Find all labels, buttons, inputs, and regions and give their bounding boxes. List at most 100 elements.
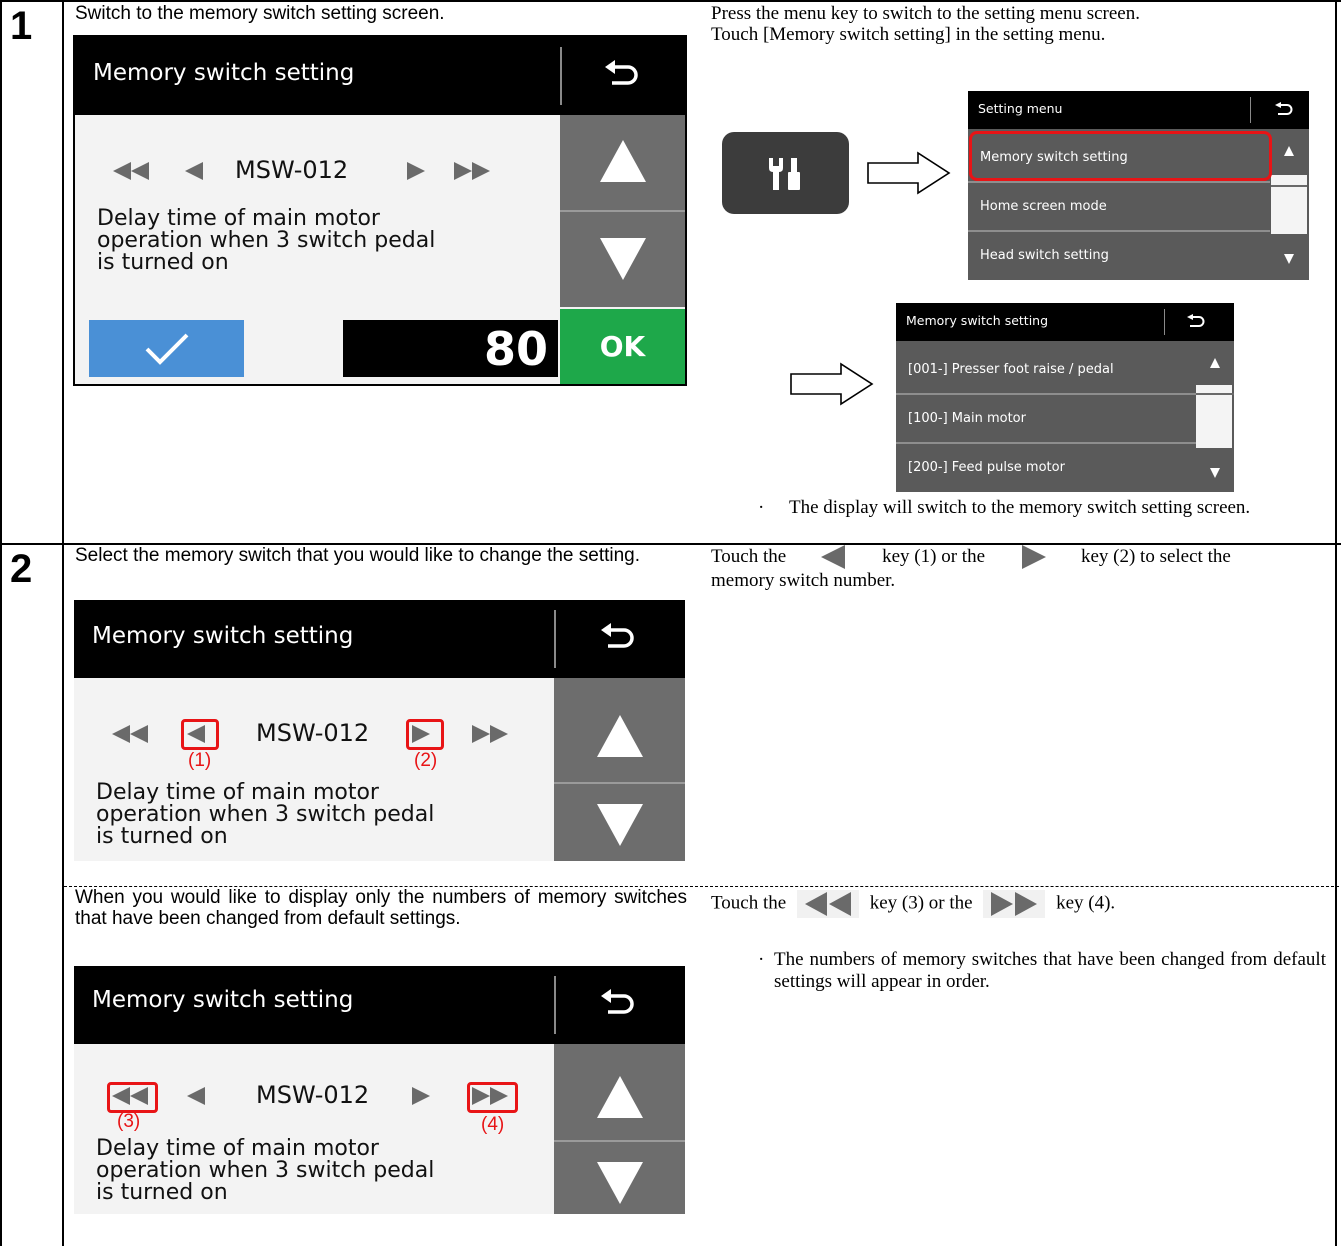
header-separator xyxy=(1250,97,1251,123)
scroll-down-button[interactable] xyxy=(554,784,685,861)
back-arrow-icon[interactable] xyxy=(598,620,638,660)
backward-icon xyxy=(821,545,846,569)
fast-forward-icon[interactable] xyxy=(472,725,510,743)
screen-title: Memory switch setting xyxy=(92,623,354,649)
scroll-up-button[interactable] xyxy=(560,115,685,210)
back-arrow-icon[interactable] xyxy=(1186,314,1206,330)
step1-heading: Switch to the memory switch setting scre… xyxy=(75,3,445,24)
step1-note: The display will switch to the memory sw… xyxy=(789,497,1251,518)
scroll-up-button[interactable] xyxy=(1271,129,1307,175)
scroll-up-button[interactable] xyxy=(1196,341,1234,385)
scroll-up-button[interactable] xyxy=(554,1052,685,1140)
scroll-down-button[interactable] xyxy=(560,212,685,307)
value-display[interactable]: 80 xyxy=(343,320,558,377)
memory-switch-screen-changed: Memory switch setting MSW-012 Delay time… xyxy=(74,966,685,1214)
fast-backward-icon[interactable] xyxy=(113,162,151,180)
header-separator xyxy=(1164,309,1165,335)
scroll-up-button[interactable] xyxy=(554,690,685,780)
highlight-key-2 xyxy=(406,719,444,750)
step2-sub-heading: When you would like to display only the … xyxy=(75,887,687,929)
highlight-memory-switch-setting xyxy=(969,131,1272,181)
scroll-up-icon xyxy=(597,1076,643,1118)
screen-header: Memory switch setting xyxy=(75,37,685,115)
hollow-right-arrow-icon xyxy=(790,362,874,406)
step1-instruction-line1: Press the menu key to switch to the sett… xyxy=(711,3,1140,24)
scroll-up-icon xyxy=(1210,358,1220,368)
step1-instruction-line2: Touch [Memory switch setting] in the set… xyxy=(711,24,1106,45)
scroll-thumb-line xyxy=(1196,393,1234,395)
instr-key-1: key (1) or the xyxy=(882,546,986,567)
msw-description: Delay time of main motor operation when … xyxy=(96,1138,434,1204)
label-3: (3) xyxy=(117,1111,141,1132)
highlight-key-1 xyxy=(181,719,219,750)
value-text: 80 xyxy=(483,322,548,376)
msw-number: MSW-012 xyxy=(256,719,370,747)
menu-item-home-screen-mode[interactable]: Home screen mode xyxy=(968,183,1270,230)
label-2: (2) xyxy=(414,750,438,771)
ok-button[interactable]: OK xyxy=(560,309,685,384)
setting-menu-title: Setting menu xyxy=(978,101,1063,116)
scroll-down-icon xyxy=(1284,254,1294,264)
header-separator xyxy=(554,976,556,1034)
forward-icon[interactable] xyxy=(407,162,425,180)
scroll-thumb-line xyxy=(1271,185,1307,187)
description-line-1: Delay time of main motor xyxy=(96,780,379,805)
scroll-panel xyxy=(554,1044,685,1214)
step2-instruction: Touch the key (1) or the key (2) to sele… xyxy=(711,545,1331,569)
fast-backward-icon[interactable] xyxy=(112,725,150,743)
msw-number: MSW-012 xyxy=(256,1081,370,1109)
back-arrow-icon[interactable] xyxy=(1274,102,1294,118)
description-line-3: is turned on xyxy=(96,1180,228,1205)
description-line-3: is turned on xyxy=(96,824,228,849)
instr-key-2-b: memory switch number. xyxy=(711,570,896,591)
scroll-down-icon xyxy=(600,238,646,280)
screen-header: Memory switch setting xyxy=(74,600,685,678)
memory-switch-screen-select: Memory switch setting MSW-012 Delay time… xyxy=(74,600,685,861)
forward-icon xyxy=(1021,545,1046,569)
step-number-1: 1 xyxy=(10,4,33,48)
instr-touch-the: Touch the xyxy=(711,546,787,567)
scroll-down-button[interactable] xyxy=(1196,448,1234,492)
scroll-down-icon xyxy=(597,804,643,846)
msw-number: MSW-012 xyxy=(235,156,349,184)
setting-menu-header: Setting menu xyxy=(968,91,1309,129)
sub-key-3: key (3) or the xyxy=(869,892,973,914)
fast-forward-icon[interactable] xyxy=(454,162,492,180)
menu-item-head-switch-setting[interactable]: Head switch setting xyxy=(968,232,1270,279)
screen-body: MSW-012 Delay time of main motor operati… xyxy=(74,678,554,861)
menu-key[interactable] xyxy=(722,132,849,214)
back-arrow-icon[interactable] xyxy=(602,57,642,97)
screen-title: Memory switch setting xyxy=(92,987,354,1013)
sub-touch-the: Touch the xyxy=(711,892,787,914)
backward-icon[interactable] xyxy=(187,1087,205,1105)
memory-menu-title: Memory switch setting xyxy=(906,313,1049,328)
menu-item-main-motor[interactable]: [100-] Main motor xyxy=(896,395,1196,442)
setting-menu-scrollbar[interactable] xyxy=(1271,129,1307,280)
checkmark-icon xyxy=(145,333,189,365)
description-line-3: is turned on xyxy=(97,250,229,275)
header-separator xyxy=(560,47,562,105)
scroll-up-icon xyxy=(1284,146,1294,156)
confirm-button[interactable] xyxy=(89,320,244,377)
bullet-mark: · xyxy=(758,949,765,970)
wrench-screwdriver-icon xyxy=(769,158,800,190)
menu-item-feed-pulse-motor[interactable]: [200-] Feed pulse motor xyxy=(896,444,1196,491)
screen-header: Memory switch setting xyxy=(74,966,685,1044)
step2-heading: Select the memory switch that you would … xyxy=(75,545,641,566)
menu-item-presser-foot[interactable]: [001-] Presser foot raise / pedal xyxy=(896,346,1196,393)
highlight-key-3 xyxy=(107,1082,158,1113)
screen-body: MSW-012 Delay time of main motor operati… xyxy=(75,115,560,384)
scroll-down-button[interactable] xyxy=(554,1142,685,1214)
fast-backward-icon xyxy=(796,890,859,918)
scroll-down-icon xyxy=(1210,468,1220,478)
scroll-down-icon xyxy=(597,1162,643,1204)
ok-label: OK xyxy=(599,330,646,363)
scroll-down-button[interactable] xyxy=(1271,234,1307,280)
backward-icon[interactable] xyxy=(185,162,203,180)
setting-menu-screen: Setting menu Memory switch setting Home … xyxy=(968,91,1309,280)
msw-description: Delay time of main motor operation when … xyxy=(96,782,434,848)
memory-menu-scrollbar[interactable] xyxy=(1196,341,1234,492)
forward-icon[interactable] xyxy=(412,1087,430,1105)
table-top-border xyxy=(0,0,1341,2)
back-arrow-icon[interactable] xyxy=(598,986,638,1026)
